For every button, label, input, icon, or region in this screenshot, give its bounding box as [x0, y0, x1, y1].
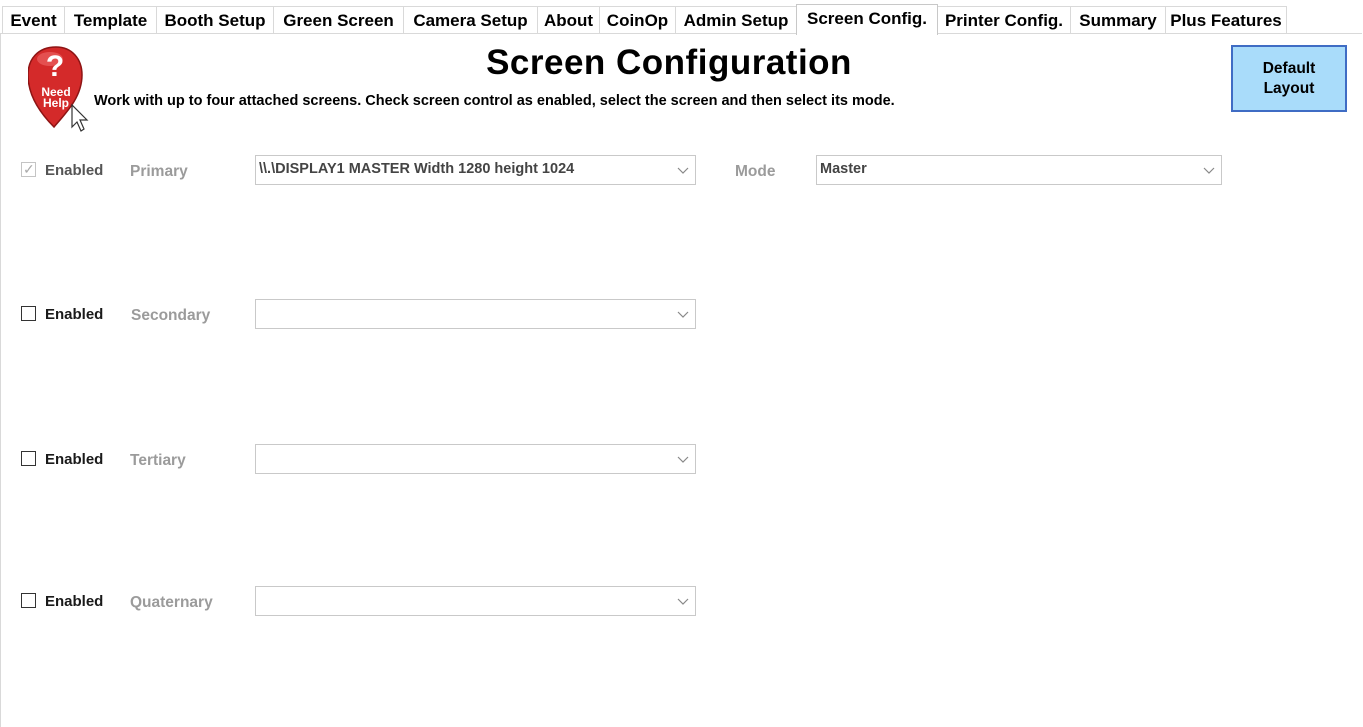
primary-screen-value: \\.\DISPLAY1 MASTER Width 1280 height 10…: [259, 161, 575, 177]
primary-enabled-label: Enabled: [45, 162, 104, 179]
screen-row-quaternary: Enabled Quaternary: [0, 586, 1363, 616]
secondary-enabled-checkbox[interactable]: [21, 306, 36, 321]
primary-role-label: Primary: [130, 163, 188, 180]
screen-config-panel: [0, 33, 1362, 727]
checkmark-icon: ✓: [23, 161, 35, 177]
default-layout-button[interactable]: Default Layout: [1231, 45, 1347, 112]
secondary-enabled-label: Enabled: [45, 306, 104, 323]
primary-mode-select[interactable]: Master: [816, 155, 1222, 185]
chevron-down-icon: [677, 167, 689, 174]
quaternary-role-label: Quaternary: [130, 594, 213, 611]
quaternary-enabled-label: Enabled: [45, 593, 104, 610]
tab-screen-config[interactable]: Screen Config.: [796, 4, 938, 35]
cursor-icon: [71, 103, 89, 132]
tab-admin-setup[interactable]: Admin Setup: [675, 6, 797, 33]
primary-screen-select[interactable]: \\.\DISPLAY1 MASTER Width 1280 height 10…: [255, 155, 696, 185]
tertiary-screen-select[interactable]: [255, 444, 696, 474]
tab-camera-setup[interactable]: Camera Setup: [403, 6, 538, 33]
primary-mode-label: Mode: [735, 163, 776, 180]
need-help-text-help: Help: [43, 96, 69, 110]
quaternary-enabled-checkbox[interactable]: [21, 593, 36, 608]
default-layout-button-line2: Layout: [1263, 79, 1315, 97]
tab-plus-features[interactable]: Plus Features: [1165, 6, 1287, 33]
page-title: Screen Configuration: [486, 43, 852, 82]
tertiary-enabled-checkbox[interactable]: [21, 451, 36, 466]
tab-printer-config[interactable]: Printer Config.: [937, 6, 1071, 33]
tab-coinop[interactable]: CoinOp: [599, 6, 676, 33]
tertiary-enabled-label: Enabled: [45, 451, 104, 468]
tab-green-screen[interactable]: Green Screen: [273, 6, 404, 33]
default-layout-button-line1: Default: [1262, 59, 1316, 77]
tab-template[interactable]: Template: [64, 6, 157, 33]
screen-row-primary: ✓ Enabled Primary \\.\DISPLAY1 MASTER Wi…: [0, 155, 1363, 185]
screen-row-secondary: Enabled Secondary: [0, 299, 1363, 329]
chevron-down-icon: [1203, 167, 1215, 174]
primary-enabled-checkbox[interactable]: ✓: [21, 161, 36, 177]
tab-about[interactable]: About: [537, 6, 600, 33]
tertiary-role-label: Tertiary: [130, 452, 186, 469]
primary-mode-value: Master: [820, 161, 867, 177]
secondary-role-label: Secondary: [131, 307, 211, 324]
quaternary-screen-select[interactable]: [255, 586, 696, 616]
tab-strip: Event Template Booth Setup Green Screen …: [2, 4, 1361, 35]
tab-event[interactable]: Event: [2, 6, 65, 33]
page-instructions: Work with up to four attached screens. C…: [94, 93, 895, 109]
chevron-down-icon: [677, 311, 689, 318]
chevron-down-icon: [677, 598, 689, 605]
screen-row-tertiary: Enabled Tertiary: [0, 444, 1363, 474]
chevron-down-icon: [677, 456, 689, 463]
tab-summary[interactable]: Summary: [1070, 6, 1166, 33]
tab-booth-setup[interactable]: Booth Setup: [156, 6, 274, 33]
secondary-screen-select[interactable]: [255, 299, 696, 329]
